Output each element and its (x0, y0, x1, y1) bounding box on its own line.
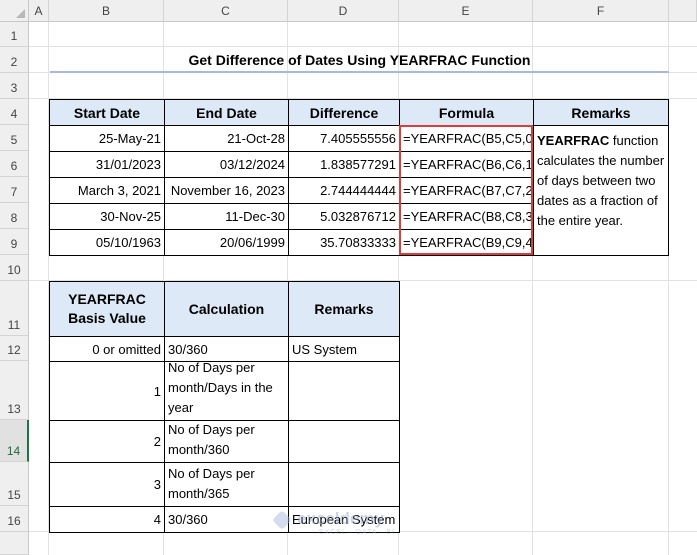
cell-formula[interactable]: =YEARFRAC(B5,C5,0) (399, 125, 534, 152)
sheet-title[interactable]: Get Difference of Dates Using YEARFRAC F… (50, 50, 669, 70)
header-difference[interactable]: Difference (288, 99, 400, 126)
header-start-date[interactable]: Start Date (49, 99, 165, 126)
cell-remark[interactable] (288, 361, 400, 421)
cell-basis[interactable]: 3 (49, 462, 165, 507)
row-header-8[interactable]: 8 (0, 203, 29, 229)
row-header-9[interactable]: 9 (0, 229, 29, 255)
cell-basis[interactable]: 2 (49, 420, 165, 463)
row-header-1[interactable]: 1 (0, 22, 29, 47)
cell-start-date[interactable]: 05/10/1963 (49, 229, 165, 256)
header-formula[interactable]: Formula (399, 99, 534, 126)
header-end-date[interactable]: End Date (164, 99, 289, 126)
header-remarks-2[interactable]: Remarks (288, 281, 400, 337)
cell-formula[interactable]: =YEARFRAC(B8,C8,3) (399, 203, 534, 230)
cell-calculation[interactable]: 30/360 (164, 506, 289, 533)
gridline (29, 46, 697, 47)
cell-start-date[interactable]: 31/01/2023 (49, 151, 165, 178)
column-header-e[interactable]: E (399, 0, 533, 22)
cell-basis[interactable]: 1 (49, 361, 165, 421)
title-underline (50, 71, 669, 73)
row-header-14[interactable]: 14 (0, 420, 29, 462)
column-header-f[interactable]: F (533, 0, 669, 22)
cell-difference[interactable]: 5.032876712 (288, 203, 400, 230)
cell-calculation[interactable]: No of Days per month/Days in the year (164, 361, 289, 421)
row-header-16[interactable]: 16 (0, 506, 29, 532)
cell-difference[interactable]: 7.405555556 (288, 125, 400, 152)
header-basis-value[interactable]: YEARFRAC Basis Value (49, 281, 165, 337)
cell-start-date[interactable]: 25-May-21 (49, 125, 165, 152)
row-header-7[interactable]: 7 (0, 177, 29, 203)
cell-remark[interactable] (288, 420, 400, 463)
cell-basis[interactable]: 4 (49, 506, 165, 533)
cell-formula[interactable]: =YEARFRAC(B6,C6,1) (399, 151, 534, 178)
cell-remark[interactable]: US System (288, 336, 400, 362)
column-header-b[interactable]: B (49, 0, 164, 22)
cell-difference[interactable]: 2.744444444 (288, 177, 400, 204)
column-header-a[interactable]: A (29, 0, 49, 22)
header-calculation[interactable]: Calculation (164, 281, 289, 337)
cell-calculation[interactable]: No of Days per month/365 (164, 462, 289, 507)
row-header-11[interactable]: 11 (0, 281, 29, 336)
select-all-corner[interactable] (0, 0, 29, 22)
cell-end-date[interactable]: 03/12/2024 (164, 151, 289, 178)
row-header-10[interactable]: 10 (0, 255, 29, 281)
row-header-5[interactable]: 5 (0, 125, 29, 151)
column-header-c[interactable]: C (164, 0, 288, 22)
row-header-4[interactable]: 4 (0, 99, 29, 125)
cell-start-date[interactable]: 30-Nov-25 (49, 203, 165, 230)
row-header-2[interactable]: 2 (0, 47, 29, 73)
cell-basis[interactable]: 0 or omitted (49, 336, 165, 362)
spreadsheet: A B C D E F 1 2 3 4 5 6 7 8 9 10 11 12 1… (0, 0, 697, 555)
cell-end-date[interactable]: 20/06/1999 (164, 229, 289, 256)
column-header-empty[interactable] (669, 0, 697, 22)
cell-end-date[interactable]: November 16, 2023 (164, 177, 289, 204)
cell-remark[interactable] (288, 462, 400, 507)
cell-calculation[interactable]: 30/360 (164, 336, 289, 362)
row-header-13[interactable]: 13 (0, 361, 29, 420)
column-header-d[interactable]: D (288, 0, 399, 22)
cell-difference[interactable]: 1.838577291 (288, 151, 400, 178)
cell-formula[interactable]: =YEARFRAC(B7,C7,2) (399, 177, 534, 204)
cell-start-date[interactable]: March 3, 2021 (49, 177, 165, 204)
remarks-text: YEARFRAC function calculates the number … (534, 126, 668, 255)
row-header-12[interactable]: 12 (0, 336, 29, 361)
header-remarks[interactable]: Remarks (533, 99, 669, 126)
cell-difference[interactable]: 35.70833333 (288, 229, 400, 256)
remarks-bold-term: YEARFRAC (537, 133, 610, 148)
cell-formula[interactable]: =YEARFRAC(B9,C9,4) (399, 229, 534, 256)
row-header-3[interactable]: 3 (0, 73, 29, 99)
cell-remark[interactable]: European System (288, 506, 400, 533)
cell-calculation[interactable]: No of Days per month/360 (164, 420, 289, 463)
cell-end-date[interactable]: 11-Dec-30 (164, 203, 289, 230)
row-header-6[interactable]: 6 (0, 151, 29, 177)
cell-end-date[interactable]: 21-Oct-28 (164, 125, 289, 152)
row-header-17[interactable] (0, 532, 29, 555)
row-header-15[interactable]: 15 (0, 462, 29, 506)
